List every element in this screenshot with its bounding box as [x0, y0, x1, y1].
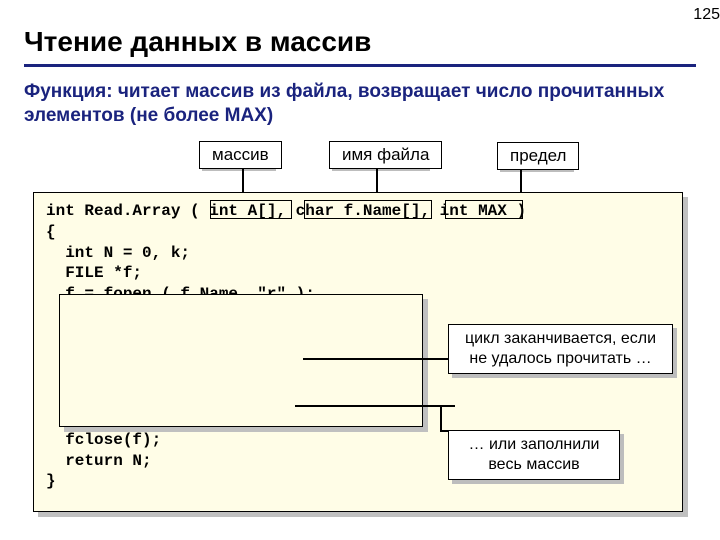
page-number: 125 [693, 6, 720, 24]
annotation-arrow [295, 405, 455, 407]
label-limit: предел [497, 142, 579, 170]
annotation-arrow [440, 405, 442, 430]
page-title: Чтение данных в массив [24, 26, 371, 58]
note-loop-end: цикл заканчивается, если не удалось проч… [448, 324, 673, 374]
note-array-full: … или заполнили весь массив [448, 430, 620, 480]
subtitle: Функция: читает массив из файла, возвращ… [24, 80, 696, 128]
title-divider [24, 64, 696, 67]
loop-block-highlight [59, 294, 423, 427]
label-filename: имя файла [329, 141, 442, 169]
annotation-arrow [303, 358, 448, 360]
label-array: массив [199, 141, 282, 169]
